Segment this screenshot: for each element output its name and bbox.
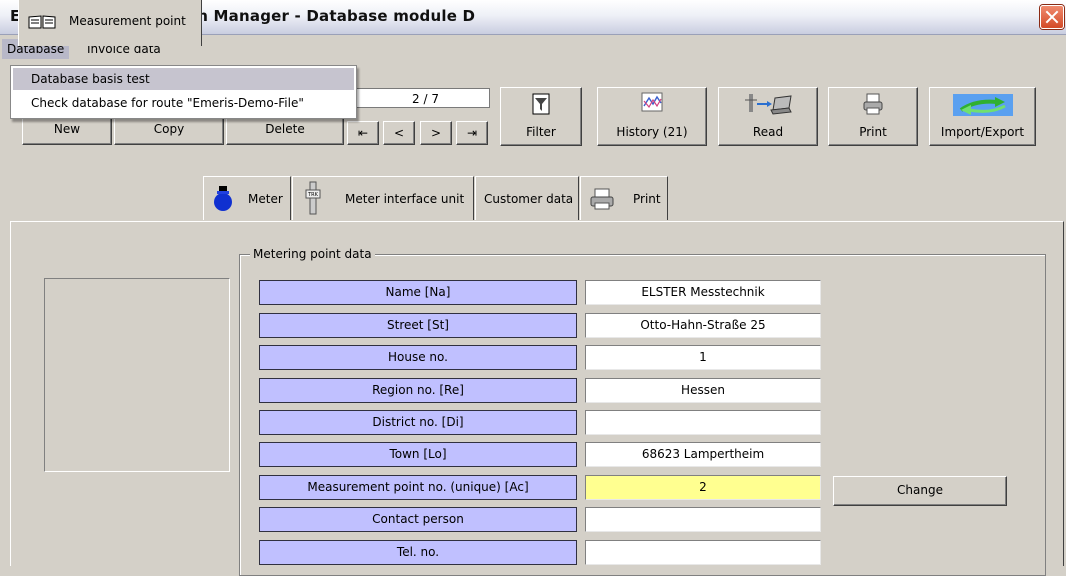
import-export-icon (952, 94, 1013, 116)
filter-button[interactable]: Filter (500, 87, 582, 146)
open-book-icon (28, 15, 56, 29)
previous-record-icon: < (393, 126, 405, 140)
next-record-button[interactable]: > (420, 121, 452, 145)
tab-meter[interactable]: Meter (203, 176, 291, 220)
delete-button-label: Delete (265, 122, 305, 136)
record-position-display: 2 / 7 (352, 88, 490, 108)
house-no-label: House no. (259, 345, 577, 370)
region-no-label: Region no. [Re] (259, 378, 577, 403)
tab-measurement-point-label: Measurement point (69, 14, 186, 28)
new-button[interactable]: New (22, 117, 112, 145)
name-field[interactable]: ELSTER Messtechnik (585, 280, 821, 305)
new-button-label: New (53, 122, 81, 136)
filter-icon (532, 93, 550, 115)
import-export-button-label: Import/Export (940, 125, 1025, 139)
chart-icon (641, 92, 663, 112)
image-placeholder (44, 278, 230, 472)
tab-print[interactable]: Print (580, 176, 668, 220)
district-no-label: District no. [Di] (259, 410, 577, 435)
contact-person-label: Contact person (259, 507, 577, 532)
tab-meter-label: Meter (248, 192, 283, 206)
print-button-label: Print (859, 125, 887, 139)
meter-interface-unit-icon: TRK (305, 181, 321, 215)
previous-record-button[interactable]: < (383, 121, 415, 145)
metering-point-group-title: Metering point data (250, 246, 375, 262)
read-button-label: Read (752, 125, 784, 139)
history-button[interactable]: History (21) (597, 87, 707, 146)
print-button[interactable]: Print (828, 87, 918, 146)
close-icon[interactable] (1040, 5, 1064, 29)
menu-item-database-basis-test[interactable]: Database basis test (13, 68, 354, 90)
read-button[interactable]: Read (718, 87, 818, 146)
first-record-icon: ⇤ (357, 126, 369, 140)
tab-meter-interface-unit-label: Meter interface unit (345, 192, 465, 206)
contact-person-field[interactable] (585, 507, 821, 532)
measurement-point-no-label: Measurement point no. (unique) [Ac] (259, 475, 577, 500)
import-export-button[interactable]: Import/Export (929, 87, 1036, 146)
database-menu-dropdown: Database basis test Check database for r… (10, 65, 357, 119)
meter-icon (214, 186, 232, 211)
region-no-field[interactable]: Hessen (585, 378, 821, 403)
street-label: Street [St] (259, 313, 577, 338)
tab-measurement-point[interactable]: Measurement point (18, 0, 202, 46)
change-button[interactable]: Change (833, 476, 1007, 506)
tab-print-label: Print (633, 192, 661, 206)
copy-button-label: Copy (153, 122, 185, 136)
printer-icon (590, 188, 614, 210)
history-button-label: History (21) (616, 125, 688, 139)
printer-icon (863, 93, 883, 115)
street-field[interactable]: Otto-Hahn-Straße 25 (585, 313, 821, 338)
tab-customer-data[interactable]: Customer data (475, 176, 579, 220)
menu-item-check-database-route[interactable]: Check database for route "Emeris-Demo-Fi… (11, 92, 356, 114)
delete-button[interactable]: Delete (226, 117, 344, 145)
svg-text:TRK: TRK (307, 192, 319, 198)
last-record-icon: ⇥ (466, 126, 478, 140)
house-no-field[interactable]: 1 (585, 345, 821, 370)
measurement-point-no-field[interactable]: 2 (585, 475, 821, 500)
tel-no-field[interactable] (585, 540, 821, 565)
town-field[interactable]: 68623 Lampertheim (585, 442, 821, 467)
tel-no-label: Tel. no. (259, 540, 577, 565)
town-label: Town [Lo] (259, 442, 577, 467)
name-label: Name [Na] (259, 280, 577, 305)
tab-meter-interface-unit[interactable]: TRK Meter interface unit (292, 176, 474, 220)
tab-customer-data-label: Customer data (484, 192, 574, 206)
copy-button[interactable]: Copy (114, 117, 224, 145)
read-meter-icon (745, 94, 792, 115)
district-no-field[interactable] (585, 410, 821, 435)
last-record-button[interactable]: ⇥ (456, 121, 488, 145)
next-record-icon: > (430, 126, 442, 140)
change-button-label: Change (897, 483, 943, 497)
first-record-button[interactable]: ⇤ (347, 121, 379, 145)
filter-button-label: Filter (526, 125, 556, 139)
